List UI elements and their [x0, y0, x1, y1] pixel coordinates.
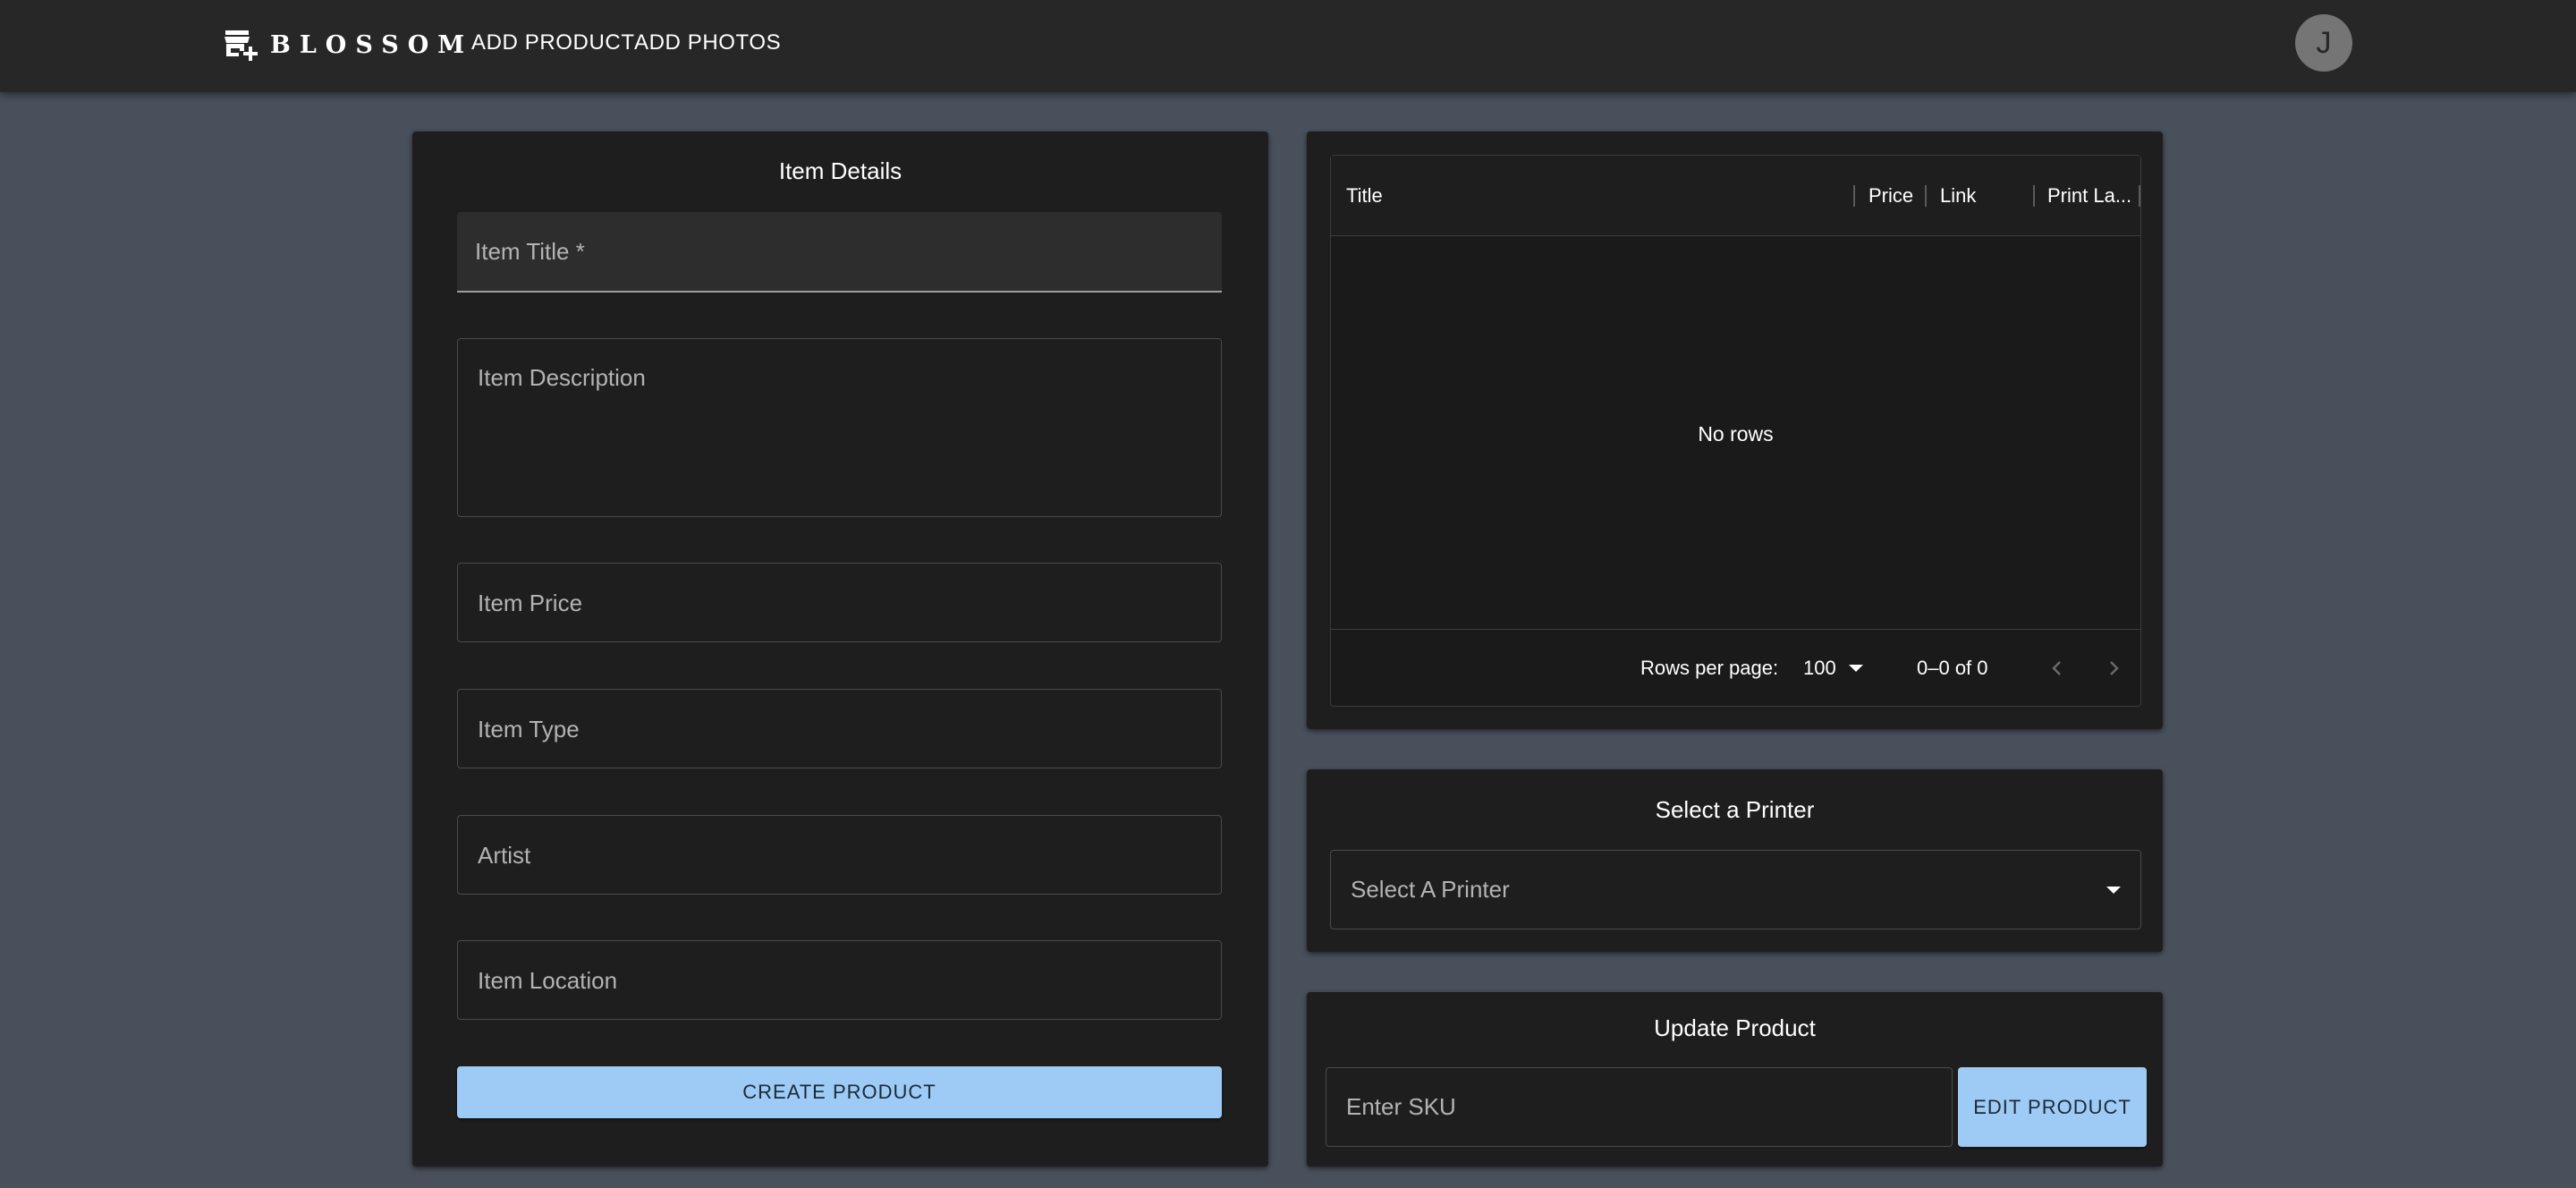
item-description-field[interactable]: Item Description	[457, 338, 1222, 517]
rows-per-page-select[interactable]: 100	[1803, 630, 1863, 707]
previous-page-button[interactable]	[2041, 652, 2073, 684]
app-bar: BLOSSOM ADD PRODUCT ADD PHOTOS J	[0, 0, 2576, 92]
column-separator[interactable]	[1853, 185, 1855, 207]
next-page-button[interactable]	[2097, 652, 2130, 684]
column-header-print-label[interactable]: Print La...	[2047, 156, 2137, 236]
item-location-field[interactable]: Item Location	[457, 940, 1222, 1020]
column-header-link[interactable]: Link	[1940, 156, 2029, 236]
item-type-label: Item Type	[478, 716, 580, 742]
rows-per-page-label: Rows per page:	[1640, 657, 1779, 679]
create-product-button[interactable]: CREATE PRODUCT	[457, 1066, 1222, 1118]
item-price-field[interactable]: Item Price	[457, 563, 1222, 642]
item-description-label: Item Description	[478, 364, 646, 391]
column-separator[interactable]	[1925, 185, 1927, 207]
nav-add-product[interactable]: ADD PRODUCT	[471, 27, 635, 59]
chevron-right-icon	[2110, 661, 2119, 675]
chevron-left-icon	[2052, 661, 2061, 675]
brand-name: BLOSSOM	[270, 30, 474, 59]
edit-product-button[interactable]: EDIT PRODUCT	[1958, 1067, 2147, 1147]
update-product-title: Update Product	[1654, 1014, 1816, 1041]
sku-input[interactable]: Enter SKU	[1326, 1067, 1953, 1147]
pagination-range: 0–0 of 0	[1917, 657, 1988, 679]
item-title-field[interactable]: Item Title *	[457, 212, 1222, 293]
item-location-label: Item Location	[478, 967, 618, 994]
artist-field[interactable]: Artist	[457, 815, 1222, 895]
item-title-label: Item Title *	[475, 238, 585, 265]
printer-select-label: Select A Printer	[1351, 876, 1510, 903]
column-separator[interactable]	[2033, 185, 2035, 207]
artist-label: Artist	[478, 842, 531, 869]
item-price-label: Item Price	[478, 590, 583, 616]
products-data-grid: Title Price Link Print La... No rows Row…	[1330, 155, 2141, 707]
user-avatar[interactable]: J	[2295, 14, 2352, 72]
empty-rows-message: No rows	[1698, 422, 1774, 446]
caret-down-icon	[1848, 665, 1863, 672]
item-details-title: Item Details	[778, 157, 902, 184]
brand[interactable]: BLOSSOM	[224, 27, 473, 63]
printer-select[interactable]: Select A Printer	[1330, 850, 2141, 929]
sku-placeholder: Enter SKU	[1346, 1093, 1456, 1120]
caret-down-icon	[2106, 887, 2121, 894]
grid-header: Title Price Link Print La...	[1331, 156, 2140, 236]
column-header-title[interactable]: Title	[1346, 156, 1793, 236]
printer-title: Select a Printer	[1655, 796, 1815, 823]
grid-pagination: Rows per page: 100 0–0 of 0	[1331, 629, 2140, 706]
column-header-price[interactable]: Price	[1868, 156, 1922, 236]
column-separator[interactable]	[2139, 185, 2140, 207]
storefront-add-icon	[225, 30, 258, 61]
item-type-field[interactable]: Item Type	[457, 689, 1222, 768]
rows-per-page-value: 100	[1803, 657, 1836, 679]
nav-add-photos[interactable]: ADD PHOTOS	[634, 27, 781, 59]
